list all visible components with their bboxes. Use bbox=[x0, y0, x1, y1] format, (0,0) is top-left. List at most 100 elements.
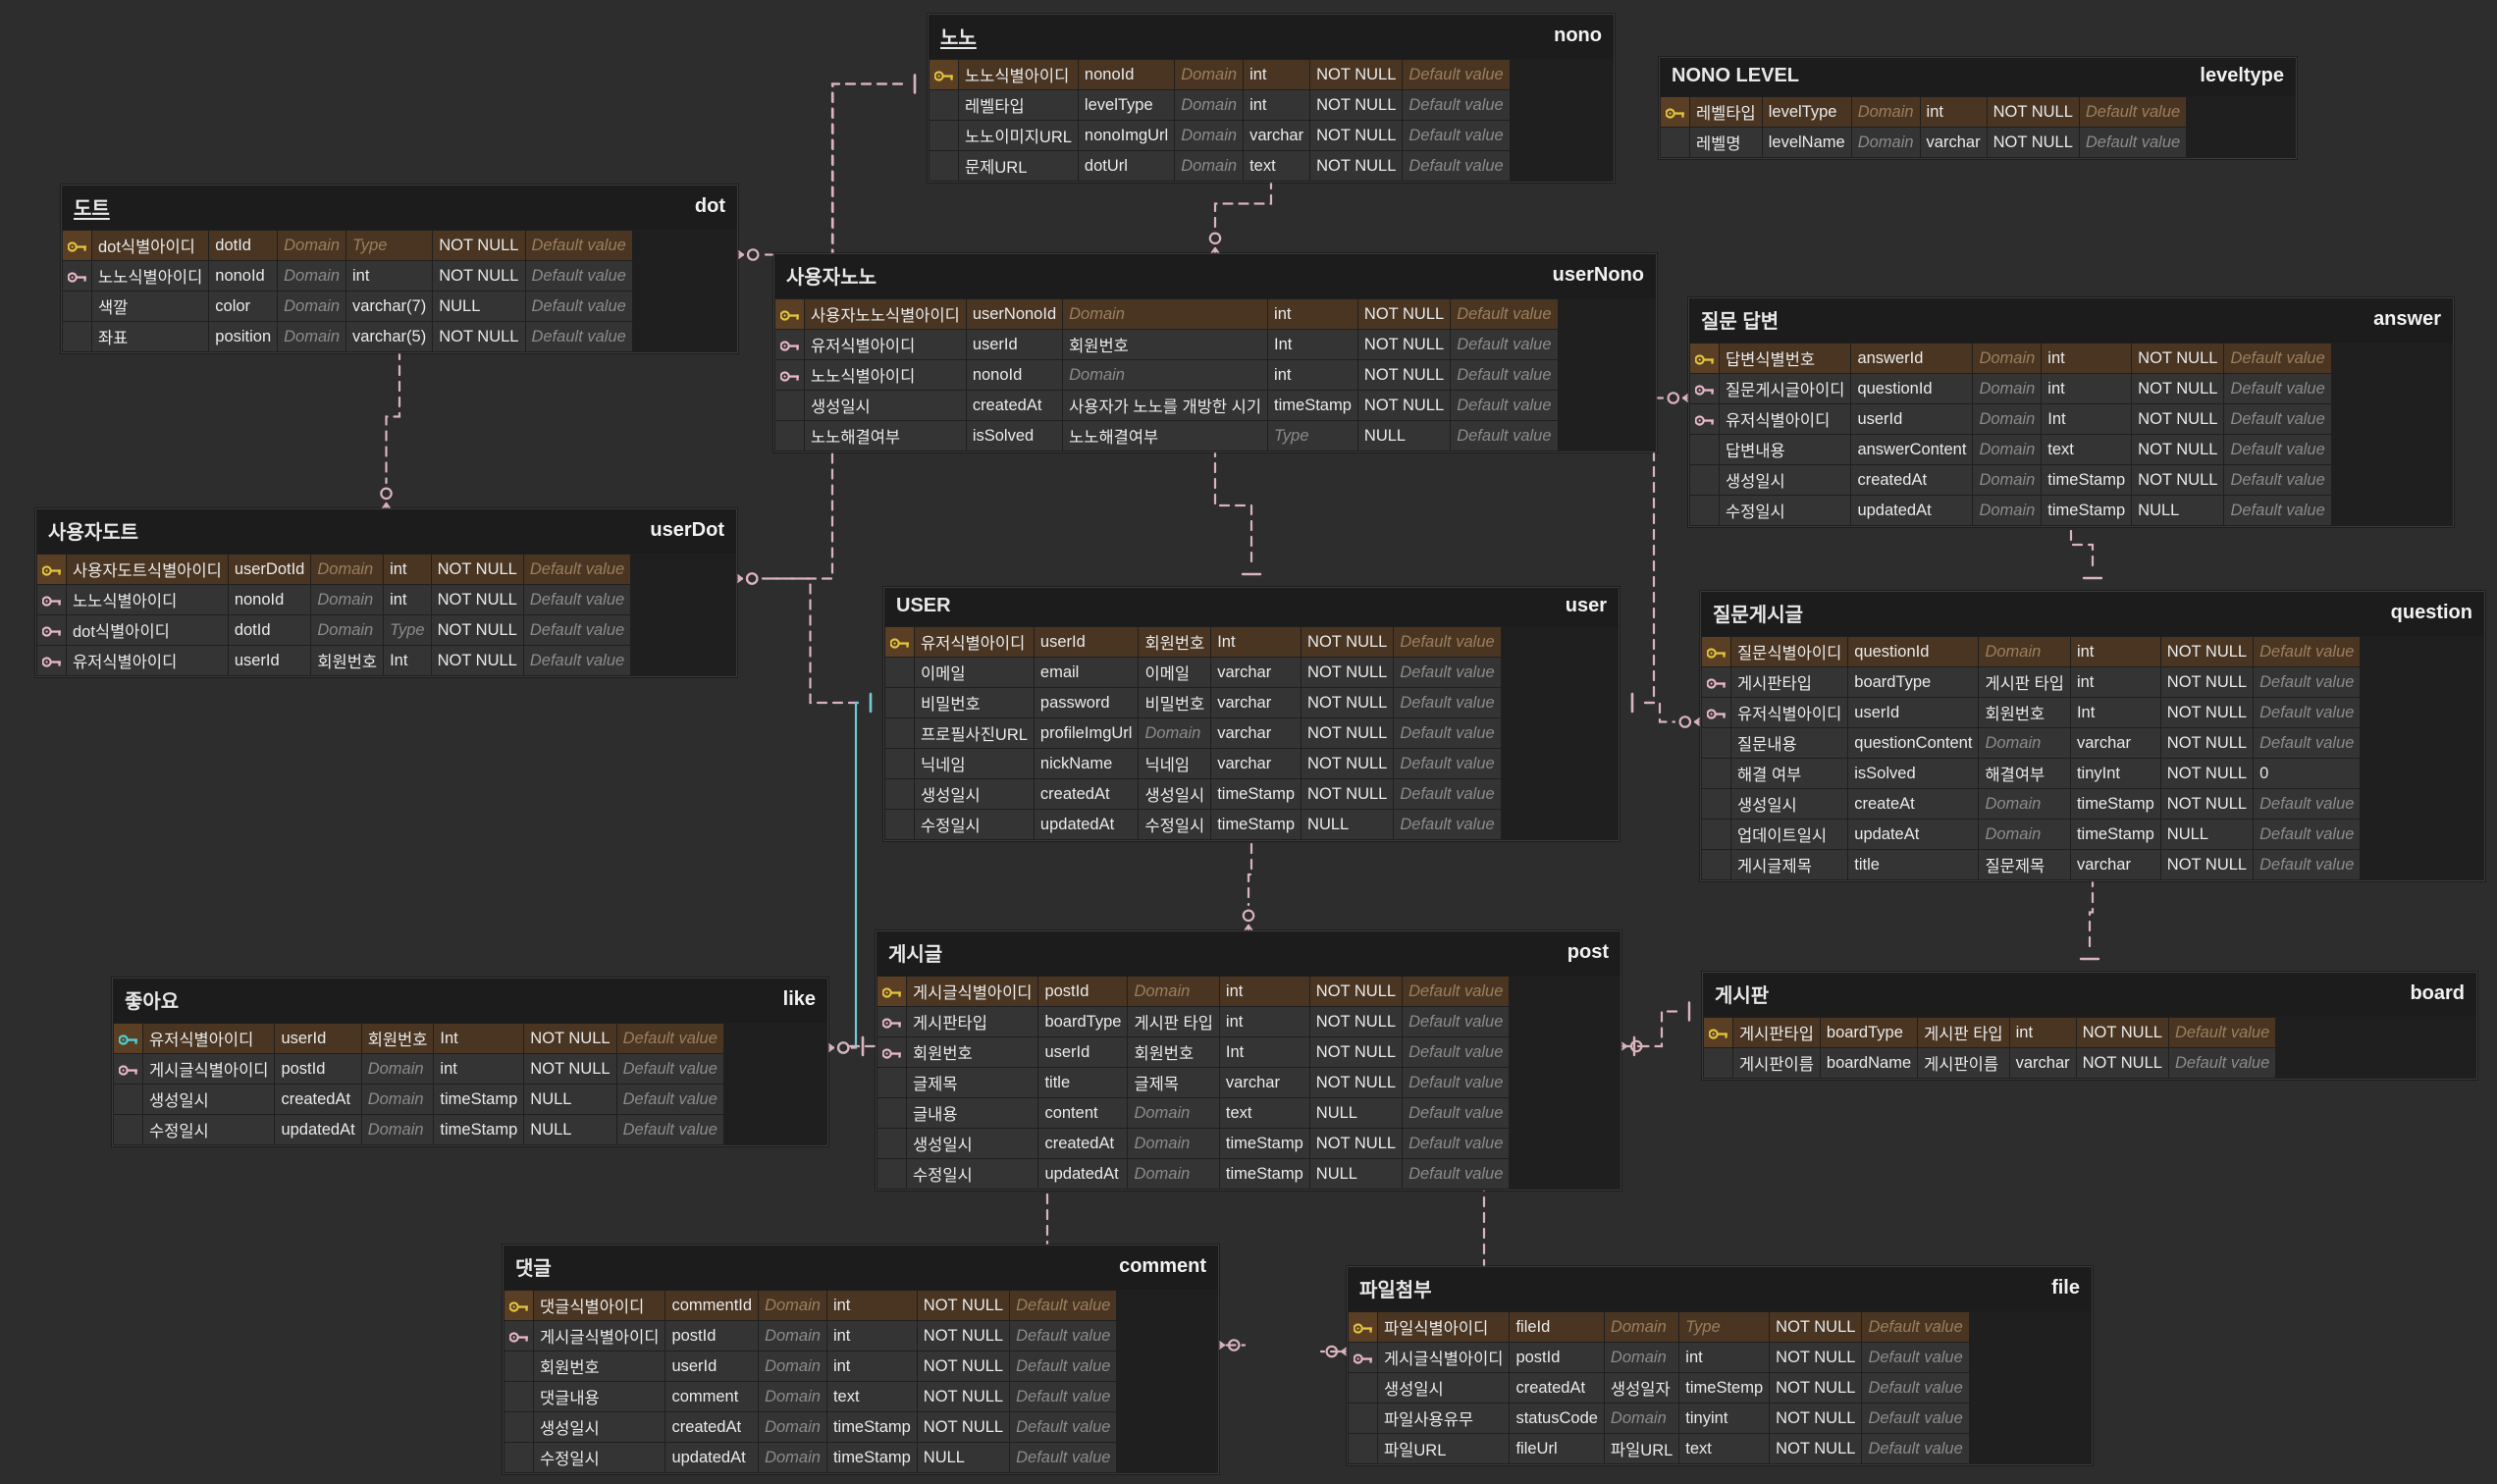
table-row[interactable]: 유저식별아이디 userId 회원번호 Int NOT NULL Default valu… bbox=[774, 329, 1559, 360]
column-nullable: NOT NULL bbox=[916, 1351, 1011, 1382]
table-row[interactable]: 게시글식별아이디 postId Domain int NOT NULL Default v… bbox=[877, 976, 1511, 1007]
table-row[interactable]: 게시글식별아이디 postId Domain int NOT NULL Default v… bbox=[504, 1320, 1118, 1352]
table-row[interactable]: 노노이미지URL nonoImgUrl Domain varchar NOT NULL D… bbox=[929, 120, 1511, 151]
entity-table-userNono[interactable]: 사용자노노 userNono 사용자노노식별아이디 userNonoId Domain i… bbox=[773, 253, 1657, 452]
entity-table-like[interactable]: 좋아요 like 유저식별아이디 userId 회원번호 Int NOT NULL Defau… bbox=[112, 978, 828, 1146]
table-row[interactable]: 노노해결여부 isSolved 노노해결여부 Type NULL Default valu… bbox=[774, 420, 1559, 451]
relationship-line bbox=[2088, 876, 2095, 948]
column-nullable: NULL bbox=[432, 291, 526, 322]
table-row[interactable]: 게시판타입 boardType 게시판 타입 int NOT NULL Default v… bbox=[1701, 666, 2362, 698]
table-row[interactable]: 회원번호 userId Domain int NOT NULL Default value bbox=[504, 1351, 1118, 1382]
table-row[interactable]: 답변내용 answerContent Domain text NOT NULL Defau… bbox=[1689, 434, 2332, 465]
table-logical-name: 파일첨부 bbox=[1359, 1280, 1432, 1301]
column-default: Default value bbox=[2223, 343, 2332, 374]
column-logical-name: 게시글식별아이디 bbox=[905, 976, 1039, 1007]
table-row[interactable]: 생성일시 createdAt Domain timeStamp NOT NULL Defa… bbox=[504, 1411, 1118, 1443]
table-row[interactable]: 파일식별아이디 fileId Domain Type NOT NULL Default v… bbox=[1348, 1311, 1970, 1343]
column-type: Type bbox=[1678, 1311, 1771, 1343]
table-row[interactable]: 생성일시 createdAt Domain timeStamp NULL Default … bbox=[113, 1084, 724, 1115]
table-row[interactable]: 유저식별아이디 userId 회원번호 Int NOT NULL Default valu… bbox=[113, 1023, 724, 1054]
table-row[interactable]: 생성일시 createdAt 생성일시 timeStamp NOT NULL Defaul… bbox=[884, 778, 1502, 810]
table-row[interactable]: 사용자노노식별아이디 userNonoId Domain int NOT NULL Def… bbox=[774, 298, 1559, 330]
table-row[interactable]: 생성일시 createdAt Domain timeStamp NOT NULL Defa… bbox=[1689, 464, 2332, 496]
table-row[interactable]: 사용자도트식별아이디 userDotId Domain int NOT NULL Defa… bbox=[36, 554, 632, 585]
table-row[interactable]: 생성일시 createdAt 사용자가 노노를 개방한 시기 timeStamp NOT… bbox=[774, 390, 1559, 421]
table-row[interactable]: 생성일시 createdAt 생성일자 timeStemp NOT NULL Defaul… bbox=[1348, 1372, 1970, 1404]
entity-table-board[interactable]: 게시판 board 게시판타입 boardType 게시판 타입 int NOT NULL D… bbox=[1702, 972, 2477, 1080]
entity-table-leveltype[interactable]: NONO LEVEL leveltype 레벨타입 levelType Domain in… bbox=[1659, 57, 2297, 159]
key-cell bbox=[36, 554, 67, 585]
table-row[interactable]: 생성일시 createAt Domain timeStamp NOT NULL Defau… bbox=[1701, 788, 2362, 820]
table-row[interactable]: 이메일 email 이메일 varchar NOT NULL Default value bbox=[884, 657, 1502, 688]
table-row[interactable]: 댓글식별아이디 commentId Domain int NOT NULL Default… bbox=[504, 1290, 1118, 1321]
column-default: Default value bbox=[1393, 809, 1502, 840]
table-physical-name: userDot bbox=[650, 519, 724, 541]
column-type: int bbox=[825, 1290, 918, 1321]
table-row[interactable]: 노노식별아이디 nonoId Domain int NOT NULL Default va… bbox=[36, 584, 632, 615]
erd-canvas[interactable]: 노노 nono 노노식별아이디 nonoId Domain int NOT NULL Defa… bbox=[0, 0, 2497, 1484]
table-row[interactable]: 게시판이름 boardName 게시판이름 varchar NOT NULL Defaul… bbox=[1703, 1047, 2277, 1079]
entity-table-post[interactable]: 게시글 post 게시글식별아이디 postId Domain int NOT NULL De… bbox=[876, 930, 1621, 1191]
table-row[interactable]: 문제URL dotUrl Domain text NOT NULL Default val… bbox=[929, 150, 1511, 182]
entity-table-user[interactable]: USER user 유저식별아이디 userId 회원번호 Int NOT NULL Defa… bbox=[883, 587, 1620, 841]
entity-table-comment[interactable]: 댓글 comment 댓글식별아이디 commentId Domain int NOT NU… bbox=[503, 1245, 1219, 1474]
key-cell bbox=[1348, 1372, 1378, 1404]
table-row[interactable]: 수정일시 updatedAt 수정일시 timeStamp NULL Default va… bbox=[884, 809, 1502, 840]
table-row[interactable]: 좌표 position Domain varchar(5) NOT NULL Defaul… bbox=[62, 321, 633, 352]
entity-table-nono[interactable]: 노노 nono 노노식별아이디 nonoId Domain int NOT NULL Defa… bbox=[928, 14, 1615, 183]
table-row[interactable]: 게시판타입 boardType 게시판 타입 int NOT NULL Default v… bbox=[877, 1006, 1511, 1037]
table-row[interactable]: 색깔 color Domain varchar(7) NULL Default value bbox=[62, 291, 633, 322]
table-row[interactable]: 수정일시 updatedAt Domain timeStamp NULL Default … bbox=[504, 1442, 1118, 1473]
column-physical-name: email bbox=[1033, 657, 1140, 688]
table-physical-name: userNono bbox=[1552, 264, 1644, 286]
entity-table-file[interactable]: 파일첨부 file 파일식별아이디 fileId Domain Type NOT NULL D… bbox=[1347, 1266, 2093, 1465]
table-row[interactable]: 댓글내용 comment Domain text NOT NULL Default val… bbox=[504, 1381, 1118, 1412]
table-row[interactable]: 노노식별아이디 nonoId Domain int NOT NULL Default va… bbox=[774, 359, 1559, 391]
table-row[interactable]: dot식별아이디 dotId Domain Type NOT NULL Default v… bbox=[62, 230, 633, 261]
table-row[interactable]: 유저식별아이디 userId 회원번호 Int NOT NULL Default valu… bbox=[1701, 697, 2362, 728]
column-nullable: NOT NULL bbox=[916, 1411, 1011, 1443]
column-domain: Domain bbox=[277, 291, 346, 322]
table-row[interactable]: 글내용 content Domain text NULL Default value bbox=[877, 1097, 1511, 1129]
table-row[interactable]: 닉네임 nickName 닉네임 varchar NOT NULL Default val… bbox=[884, 748, 1502, 779]
table-row[interactable]: 파일사용유무 statusCode Domain tinyint NOT NULL Def… bbox=[1348, 1403, 1970, 1434]
table-row[interactable]: 글제목 title 글제목 varchar NOT NULL Default value bbox=[877, 1067, 1511, 1098]
key-cell bbox=[1689, 373, 1720, 404]
table-row[interactable]: 비밀번호 password 비밀번호 varchar NOT NULL Default v… bbox=[884, 687, 1502, 718]
table-row[interactable]: 노노식별아이디 nonoId Domain int NOT NULL Default va… bbox=[929, 59, 1511, 90]
table-row[interactable]: 질문식별아이디 questionId Domain int NOT NULL Defaul… bbox=[1701, 636, 2362, 667]
table-row[interactable]: 생성일시 createdAt Domain timeStamp NOT NULL Defa… bbox=[877, 1128, 1511, 1159]
table-row[interactable]: 유저식별아이디 userId 회원번호 Int NOT NULL Default valu… bbox=[36, 645, 632, 676]
table-row[interactable]: 레벨타입 levelType Domain int NOT NULL Default va… bbox=[929, 89, 1511, 121]
table-row[interactable]: 해결 여부 isSolved 해결여부 tinyInt NOT NULL 0 bbox=[1701, 758, 2362, 789]
table-row[interactable]: 회원번호 userId 회원번호 Int NOT NULL Default value bbox=[877, 1036, 1511, 1068]
table-row[interactable]: 답변식별번호 answerId Domain int NOT NULL Default v… bbox=[1689, 343, 2332, 374]
key-cell bbox=[1701, 697, 1731, 728]
entity-table-question[interactable]: 질문게시글 question 질문식별아이디 questionId Domain int N… bbox=[1700, 591, 2485, 881]
table-row[interactable]: 게시판타입 boardType 게시판 타입 int NOT NULL Default v… bbox=[1703, 1017, 2277, 1048]
column-logical-name: 게시판이름 bbox=[1732, 1047, 1821, 1079]
table-row[interactable]: 업데이트일시 updateAt Domain timeStamp NULL Default… bbox=[1701, 819, 2362, 850]
table-row[interactable]: 파일URL fileUrl 파일URL text NOT NULL Default val… bbox=[1348, 1433, 1970, 1464]
column-default: Default value bbox=[2223, 464, 2332, 496]
entity-table-dot[interactable]: 도트 dot dot식별아이디 dotId Domain Type NOT NULL Defa… bbox=[61, 185, 738, 353]
table-row[interactable]: 레벨타입 levelType Domain int NOT NULL Default va… bbox=[1660, 96, 2188, 128]
table-row[interactable]: 레벨명 levelName Domain varchar NOT NULL Default… bbox=[1660, 127, 2188, 158]
table-row[interactable]: 질문내용 questionContent Domain varchar NOT NULL… bbox=[1701, 727, 2362, 759]
table-row[interactable]: dot식별아이디 dotId Domain Type NOT NULL Default v… bbox=[36, 614, 632, 646]
entity-table-answer[interactable]: 질문 답변 answer 답변식별번호 answerId Domain int NOT NU… bbox=[1688, 297, 2454, 527]
column-nullable: NULL bbox=[523, 1114, 617, 1145]
entity-table-userDot[interactable]: 사용자도트 userDot 사용자도트식별아이디 userDotId Domain int… bbox=[35, 508, 737, 677]
table-row[interactable]: 수정일시 updatedAt Domain timeStamp NULL Default … bbox=[113, 1114, 724, 1145]
table-row[interactable]: 프로필사진URL profileImgUrl Domain varchar NOT NU… bbox=[884, 717, 1502, 749]
table-row[interactable]: 유저식별아이디 userId Domain Int NOT NULL Default va… bbox=[1689, 403, 2332, 435]
table-header-question: 질문게시글 question bbox=[1701, 592, 2484, 636]
table-row[interactable]: 게시글식별아이디 postId Domain int NOT NULL Default v… bbox=[1348, 1342, 1970, 1373]
table-row[interactable]: 유저식별아이디 userId 회원번호 Int NOT NULL Default valu… bbox=[884, 626, 1502, 658]
table-row[interactable]: 게시글식별아이디 postId Domain int NOT NULL Default v… bbox=[113, 1053, 724, 1085]
table-row[interactable]: 질문게시글아이디 questionId Domain int NOT NULL Defau… bbox=[1689, 373, 2332, 404]
table-row[interactable]: 수정일시 updatedAt Domain timeStamp NULL Default … bbox=[1689, 495, 2332, 526]
table-row[interactable]: 수정일시 updatedAt Domain timeStamp NULL Default … bbox=[877, 1158, 1511, 1190]
table-row[interactable]: 노노식별아이디 nonoId Domain int NOT NULL Default va… bbox=[62, 260, 633, 292]
table-row[interactable]: 게시글제목 title 질문제목 varchar NOT NULL Default val… bbox=[1701, 849, 2362, 880]
